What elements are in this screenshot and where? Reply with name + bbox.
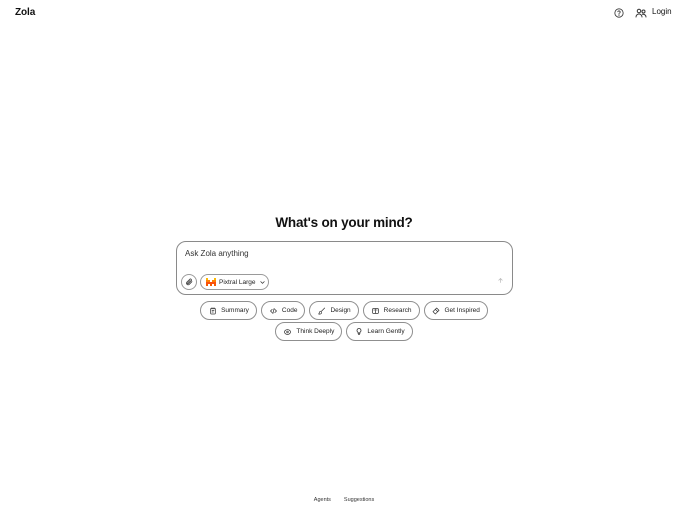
users-icon (635, 8, 647, 17)
model-selector-label: Pixtral Large (219, 278, 256, 286)
attach-file-button[interactable] (181, 274, 197, 290)
suggestion-learn-gently[interactable]: Learn Gently (346, 322, 413, 341)
top-header: Zola Login (0, 0, 688, 26)
help-circle-icon (613, 7, 624, 18)
suggestion-code[interactable]: Code (260, 301, 306, 320)
chat-composer: Pixtral Large (176, 241, 513, 295)
login-button[interactable]: Login (652, 7, 672, 16)
page-headline: What's on your mind? (275, 215, 413, 230)
paintbrush-icon (317, 306, 326, 315)
code-icon (269, 306, 278, 315)
suggestion-summary[interactable]: Summary (200, 301, 257, 320)
suggestion-label: Design (330, 307, 351, 314)
sparkles-icon (432, 306, 441, 315)
suggestion-label: Think Deeply (296, 328, 335, 335)
notepad-icon (208, 306, 217, 315)
suggestion-label: Learn Gently (367, 328, 405, 335)
suggestion-row: Think Deeply Learn Gently (0, 322, 688, 341)
suggestion-label: Research (383, 307, 412, 314)
suggestion-row: Summary Code Design Research Get Inspire… (0, 301, 688, 320)
suggestion-research[interactable]: Research (362, 301, 420, 320)
arrow-up-icon (497, 277, 503, 283)
footer-link-agents[interactable]: Agents (314, 497, 331, 503)
suggestion-label: Code (281, 307, 298, 314)
prompt-input[interactable] (185, 249, 475, 258)
footer-links: Agents Suggestions (0, 497, 688, 503)
book-open-icon (371, 306, 380, 315)
suggestion-label: Get Inspired (444, 307, 480, 314)
brain-icon (283, 327, 292, 336)
chevron-down-icon (259, 279, 266, 286)
suggestion-get-inspired[interactable]: Get Inspired (423, 301, 488, 320)
lightbulb-icon (354, 327, 363, 336)
suggestion-think-deeply[interactable]: Think Deeply (275, 322, 343, 341)
paperclip-icon (186, 278, 193, 286)
mistral-logo-icon (206, 278, 216, 286)
suggestion-label: Summary (221, 307, 249, 314)
suggestion-design[interactable]: Design (309, 301, 359, 320)
help-button[interactable] (612, 6, 625, 19)
footer-link-suggestions[interactable]: Suggestions (344, 497, 374, 503)
send-button[interactable] (495, 275, 505, 285)
agents-button[interactable] (633, 5, 649, 20)
brand-logo[interactable]: Zola (15, 7, 35, 18)
model-selector[interactable]: Pixtral Large (200, 274, 269, 290)
